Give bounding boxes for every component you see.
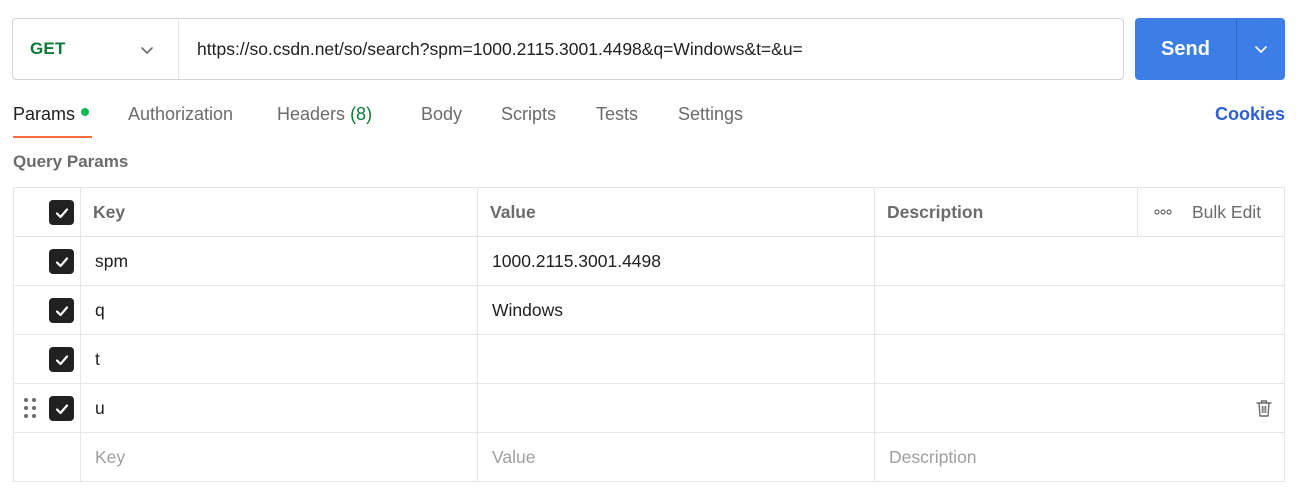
tab-scripts-label: Scripts [501, 104, 557, 124]
tab-tests[interactable]: Tests [596, 104, 638, 125]
tab-scripts[interactable]: Scripts [501, 104, 556, 125]
send-button[interactable]: Send [1135, 18, 1236, 80]
param-description-cell[interactable] [889, 237, 1284, 285]
chevron-down-icon [141, 47, 153, 54]
method-label: GET [30, 39, 66, 58]
active-tab-indicator [13, 136, 92, 138]
tab-settings-label: Settings [678, 104, 744, 124]
param-description-cell[interactable] [889, 286, 1284, 334]
param-description-cell[interactable] [889, 384, 1229, 432]
checkmark-icon [55, 305, 68, 316]
tab-settings[interactable]: Settings [678, 104, 743, 125]
row-checkbox[interactable] [49, 347, 74, 372]
cookies-link[interactable]: Cookies [1215, 104, 1285, 125]
send-button-group: Send [1135, 18, 1285, 80]
select-all-checkbox[interactable] [49, 200, 74, 225]
param-value-cell[interactable]: 1000.2115.3001.4498 [492, 237, 661, 285]
request-tabs: Params Authorization Headers (8) Body Sc… [0, 96, 1302, 140]
new-key-input[interactable]: Key [95, 433, 125, 481]
param-value-cell[interactable] [492, 384, 874, 432]
checkmark-icon [55, 354, 68, 365]
tab-params-label: Params [13, 104, 76, 124]
tab-params[interactable]: Params [13, 104, 90, 125]
table-row: spm 1000.2115.3001.4498 [14, 237, 1284, 286]
tab-headers-label: Headers [277, 104, 346, 124]
trash-icon[interactable] [1254, 398, 1274, 418]
row-checkbox[interactable] [49, 249, 74, 274]
param-description-cell[interactable] [889, 335, 1284, 383]
tab-body-label: Body [421, 104, 463, 124]
checkmark-icon [55, 207, 68, 218]
row-checkbox[interactable] [49, 298, 74, 323]
headers-count: (8) [350, 104, 373, 124]
tab-headers[interactable]: Headers (8) [277, 104, 372, 125]
param-key-cell[interactable]: spm [95, 237, 128, 285]
bulk-edit-label: Bulk Edit [1192, 201, 1262, 222]
param-value-cell[interactable]: Windows [492, 286, 563, 334]
checkmark-icon [55, 403, 68, 414]
params-active-dot-icon [81, 108, 90, 117]
url-input[interactable] [179, 19, 1123, 79]
param-key-cell[interactable]: t [95, 335, 100, 383]
table-row: u [14, 384, 1284, 433]
drag-handle-icon[interactable] [23, 397, 37, 419]
method-selector[interactable]: GET [13, 19, 179, 79]
table-row: t [14, 335, 1284, 384]
value-column-header: Value [490, 201, 536, 222]
bulk-edit-button[interactable]: Bulk Edit [1137, 188, 1284, 236]
table-header-row: Key Value Description Bulk Edit [14, 188, 1284, 237]
key-column-header: Key [93, 201, 126, 222]
tab-authorization-label: Authorization [128, 104, 234, 124]
tab-authorization[interactable]: Authorization [128, 104, 233, 125]
chevron-down-icon [1255, 46, 1267, 53]
query-params-title: Query Params [13, 152, 129, 171]
checkmark-icon [55, 256, 68, 267]
param-key-cell[interactable]: u [95, 384, 105, 432]
new-description-input[interactable]: Description [889, 433, 977, 481]
param-key-cell[interactable]: q [95, 286, 105, 334]
table-row: q Windows [14, 286, 1284, 335]
row-checkbox[interactable] [49, 396, 74, 421]
tab-body[interactable]: Body [421, 104, 462, 125]
request-url-bar: GET [12, 18, 1124, 80]
query-params-table: Key Value Description Bulk Edit spm 1000… [13, 187, 1285, 482]
description-column-header: Description [887, 201, 984, 222]
param-value-cell[interactable] [492, 335, 874, 383]
new-value-input[interactable]: Value [492, 433, 535, 481]
send-options-button[interactable] [1236, 18, 1285, 80]
more-horizontal-icon [1154, 209, 1172, 215]
tab-tests-label: Tests [596, 104, 639, 124]
new-param-row: Key Value Description [14, 433, 1284, 482]
